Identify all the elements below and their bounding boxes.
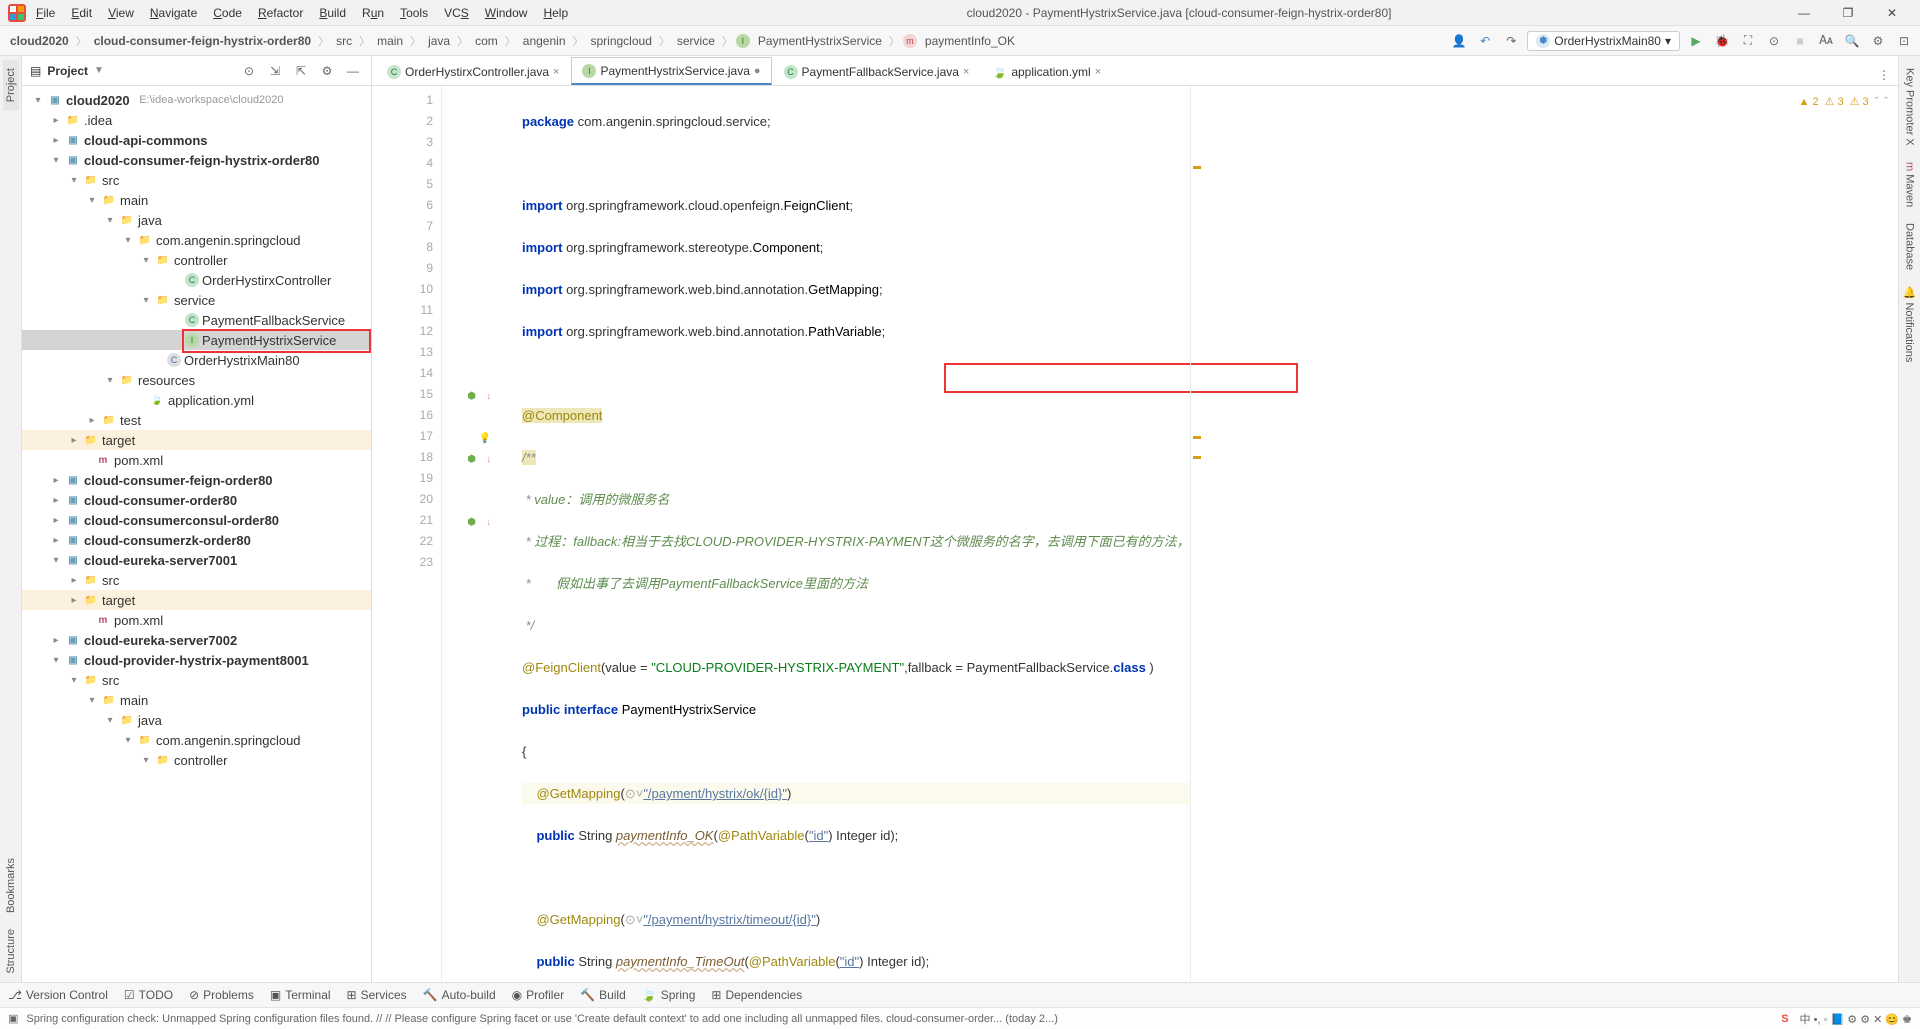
tool-spring[interactable]: 🍃Spring xyxy=(642,988,696,1002)
tool-services[interactable]: ⊞Services xyxy=(347,988,407,1002)
menu-navigate[interactable]: Navigate xyxy=(144,4,203,22)
debug-button[interactable]: 🐞 xyxy=(1712,31,1732,51)
navigation-bar: cloud2020〉 cloud-consumer-feign-hystrix-… xyxy=(0,26,1920,56)
sidebar-tab-database[interactable]: Database xyxy=(1902,215,1918,278)
ime-icon: S xyxy=(1778,1013,1791,1025)
menu-help[interactable]: Help xyxy=(537,4,574,22)
window-minimize[interactable]: — xyxy=(1784,6,1824,20)
menu-tools[interactable]: Tools xyxy=(394,4,434,22)
tool-deps[interactable]: ⊞Dependencies xyxy=(711,988,802,1002)
tool-window-icon[interactable]: ▣ xyxy=(8,1012,18,1025)
tree-selected-item: IPaymentHystrixService xyxy=(22,330,371,350)
menu-refactor[interactable]: Refactor xyxy=(252,4,309,22)
crumb-src[interactable]: src xyxy=(332,33,356,49)
search-icon[interactable]: 🔍 xyxy=(1842,31,1862,51)
add-config-icon[interactable]: 👤 xyxy=(1449,31,1469,51)
crumb-com[interactable]: com xyxy=(471,33,502,49)
crumb-class[interactable]: PaymentHystrixService xyxy=(754,33,886,49)
crumb-main[interactable]: main xyxy=(373,33,407,49)
tab-controller[interactable]: COrderHystirxController.java× xyxy=(376,57,570,85)
gutter: 1234567 891011121314 15⬢↓ 16 17💡 18⬢↓ 19… xyxy=(372,86,442,982)
project-title: Project xyxy=(47,64,88,78)
crumb-module[interactable]: cloud-consumer-feign-hystrix-order80 xyxy=(90,33,315,49)
coverage-button[interactable]: ⛶ xyxy=(1738,31,1758,51)
tool-build[interactable]: 🔨Build xyxy=(580,988,626,1002)
status-bar: ▣ Spring configuration check: Unmapped S… xyxy=(0,1007,1920,1029)
crumb-service[interactable]: service xyxy=(673,33,719,49)
project-header: ▤ Project ▼ ⊙ ⇲ ⇱ ⚙ — xyxy=(22,56,371,86)
hide-icon[interactable]: — xyxy=(343,61,363,81)
settings-icon[interactable]: ⚙ xyxy=(317,61,337,81)
run-config-select[interactable]: ⬢ OrderHystrixMain80 ▾ xyxy=(1527,31,1680,51)
crumb-java[interactable]: java xyxy=(424,33,454,49)
left-tool-strip: Project Bookmarks Structure xyxy=(0,56,22,982)
tab-yml[interactable]: 🍃application.yml× xyxy=(981,57,1112,85)
window-maximize[interactable]: ❐ xyxy=(1828,6,1868,20)
crumb-root[interactable]: cloud2020 xyxy=(6,33,73,49)
crumb-angenin[interactable]: angenin xyxy=(519,33,570,49)
folder-icon: ▤ xyxy=(30,64,41,78)
run-button[interactable]: ▶ xyxy=(1686,31,1706,51)
translate-icon[interactable]: 🗛 xyxy=(1816,31,1836,51)
method-icon: m xyxy=(903,34,917,48)
tool-autobuild[interactable]: 🔨Auto-build xyxy=(423,988,496,1002)
menu-run[interactable]: Run xyxy=(356,4,390,22)
sidebar-tab-notifications[interactable]: 🔔 Notifications xyxy=(1901,278,1918,370)
code-area[interactable]: ▲ 2 ⚠ 3 ⚠ 3 ˇˆ 1234567 891011121314 15⬢↓… xyxy=(372,86,1898,982)
editor-tabs: COrderHystirxController.java× IPaymentHy… xyxy=(372,56,1898,86)
editor: COrderHystirxController.java× IPaymentHy… xyxy=(372,56,1898,982)
menu-bar: File Edit View Navigate Code Refactor Bu… xyxy=(0,0,1920,26)
run-config-label: OrderHystrixMain80 xyxy=(1554,34,1661,48)
project-tree[interactable]: ▾▣cloud2020 E:\idea-workspace\cloud2020 … xyxy=(22,86,371,982)
main-area: Project Bookmarks Structure ▤ Project ▼ … xyxy=(0,56,1920,982)
project-panel: ▤ Project ▼ ⊙ ⇲ ⇱ ⚙ — ▾▣cloud2020 E:\ide… xyxy=(22,56,372,982)
back-icon[interactable]: ↶ xyxy=(1475,31,1495,51)
chevron-down-icon: ▾ xyxy=(1665,34,1671,48)
sidebar-tab-structure[interactable]: Structure xyxy=(3,921,19,982)
crumb-springcloud[interactable]: springcloud xyxy=(587,33,656,49)
tool-vcs[interactable]: ⎇Version Control xyxy=(8,988,108,1002)
show-options-icon[interactable]: ⊡ xyxy=(1894,31,1914,51)
tab-service[interactable]: IPaymentHystrixService.java● xyxy=(571,57,771,85)
stop-button[interactable]: ■ xyxy=(1790,31,1810,51)
window-close[interactable]: ✕ xyxy=(1872,6,1912,20)
menu-build[interactable]: Build xyxy=(313,4,352,22)
error-stripe[interactable] xyxy=(1190,86,1204,982)
tabs-more-icon[interactable]: ⋮ xyxy=(1874,65,1894,85)
profile-button[interactable]: ⊙ xyxy=(1764,31,1784,51)
bottom-toolbar: ⎇Version Control ☑TODO ⊘Problems ▣Termin… xyxy=(0,982,1920,1007)
status-message: Spring configuration check: Unmapped Spr… xyxy=(26,1013,1770,1025)
spring-icon: ⬢ xyxy=(1536,34,1550,48)
expand-all-icon[interactable]: ⇲ xyxy=(265,61,285,81)
menu-code[interactable]: Code xyxy=(207,4,248,22)
chevron-down-icon[interactable]: ▼ xyxy=(94,65,104,76)
app-logo xyxy=(8,4,26,22)
tab-fallback[interactable]: CPaymentFallbackService.java× xyxy=(773,57,981,85)
sidebar-tab-project[interactable]: Project xyxy=(3,60,19,110)
sidebar-tab-keypromoter[interactable]: Key Promoter X xyxy=(1902,60,1918,154)
interface-icon: I xyxy=(736,34,750,48)
menu-file[interactable]: File xyxy=(30,4,61,22)
tool-terminal[interactable]: ▣Terminal xyxy=(270,988,331,1002)
menu-window[interactable]: Window xyxy=(479,4,534,22)
settings-icon[interactable]: ⚙ xyxy=(1868,31,1888,51)
window-title: cloud2020 - PaymentHystrixService.java [… xyxy=(578,6,1780,20)
collapse-all-icon[interactable]: ⇱ xyxy=(291,61,311,81)
menu-vcs[interactable]: VCS xyxy=(438,4,475,22)
select-opened-icon[interactable]: ⊙ xyxy=(239,61,259,81)
menu-edit[interactable]: Edit xyxy=(65,4,98,22)
status-ime: 中 •, ◦ 📘 ⚙ ⚙ ✕ 😊 ♚ xyxy=(1800,1011,1912,1027)
tool-problems[interactable]: ⊘Problems xyxy=(189,988,254,1002)
tool-profiler[interactable]: ◉Profiler xyxy=(512,988,565,1002)
inspections[interactable]: ▲ 2 ⚠ 3 ⚠ 3 ˇˆ xyxy=(1798,92,1888,113)
right-tool-strip: Key Promoter X m Maven Database 🔔 Notifi… xyxy=(1898,56,1920,982)
crumb-method[interactable]: paymentInfo_OK xyxy=(921,33,1019,49)
sidebar-tab-maven[interactable]: m Maven xyxy=(1902,154,1918,215)
code[interactable]: package com.angenin.springcloud.service;… xyxy=(442,86,1190,982)
forward-icon[interactable]: ↷ xyxy=(1501,31,1521,51)
sidebar-tab-bookmarks[interactable]: Bookmarks xyxy=(3,850,19,921)
tool-todo[interactable]: ☑TODO xyxy=(124,988,173,1002)
menu-view[interactable]: View xyxy=(102,4,140,22)
